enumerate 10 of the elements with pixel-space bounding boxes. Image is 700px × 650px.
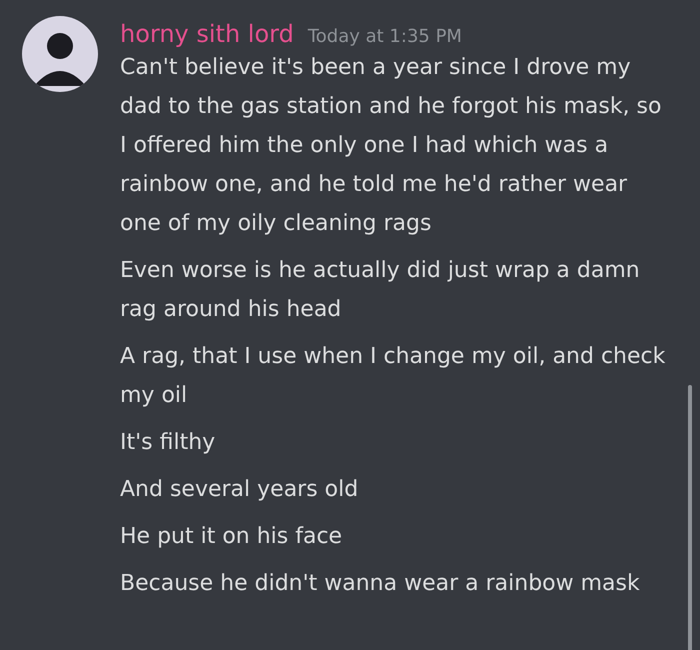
message-text: And several years old xyxy=(120,476,360,504)
message-text: Can't believe it's been a year since I drove my dad to the gas station and he forgot his mask, so I offered him the only one I had which was a rainbow one, and he told me he'd rather wear one of my oily cleaning rags xyxy=(120,54,662,238)
message-text: He put it on his face xyxy=(120,523,344,551)
message-text: It's filthy xyxy=(120,429,216,457)
author-name[interactable]: horny sith lord xyxy=(120,20,294,48)
scrollbar-thumb[interactable] xyxy=(688,385,692,650)
message-text: Even worse is he actually did just wrap a damn rag around his head xyxy=(120,257,641,324)
message-text: Because he didn't wanna wear a rainbow mask xyxy=(120,570,641,598)
message-timestamp: Today at 1:35 PM xyxy=(308,26,462,47)
message-text: A rag, that I use when I change my oil, and check my oil xyxy=(120,343,666,410)
